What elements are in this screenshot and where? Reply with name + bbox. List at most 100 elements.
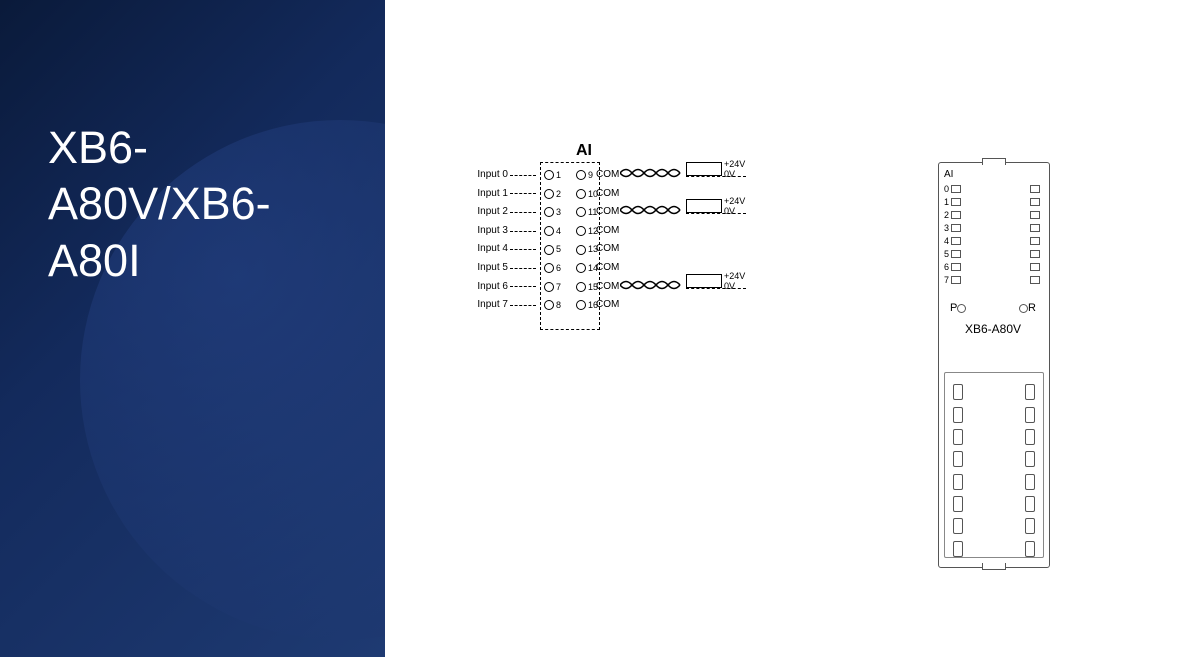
input-row: Input 5 — [468, 259, 536, 278]
terminal-number: 6 — [556, 259, 561, 278]
psu-ground-line — [686, 213, 746, 214]
slide: XB6-A80V/XB6-A80I AI Input 0 Input 1 Inp… — [0, 0, 1180, 657]
input-label: Input 5 — [468, 259, 508, 278]
terminal — [576, 282, 586, 292]
connector-pin — [1025, 496, 1035, 512]
wiring-diagram: AI Input 0 Input 1 Input 2 Input 3 Input… — [468, 148, 768, 358]
module-clip-bottom — [982, 563, 1006, 570]
led-channel-label: 2 — [944, 210, 949, 220]
psu-minus-label: 0V — [724, 169, 735, 179]
wiring-title: AI — [576, 142, 592, 160]
terminal-number: 7 — [556, 278, 561, 297]
terminal — [576, 226, 586, 236]
com-label: COM — [596, 296, 619, 315]
connector-pin — [953, 541, 963, 557]
wire-lead — [510, 249, 536, 250]
terminal — [576, 207, 586, 217]
led-channel-label: 1 — [944, 197, 949, 207]
connector-pin — [1025, 474, 1035, 490]
led-column-right — [1026, 168, 1042, 286]
input-row: Input 6 — [468, 278, 536, 297]
shielded-cable — [620, 203, 684, 217]
input-row: Input 0 — [468, 166, 536, 185]
led-indicator — [951, 276, 961, 284]
power-supply: +24V 0V — [686, 274, 746, 288]
status-row: P R — [938, 300, 1048, 316]
module-front-view: AI 0 1 2 3 4 5 6 7 — [938, 162, 1048, 566]
terminal-column-right — [576, 166, 586, 315]
terminal-number: 1 — [556, 166, 561, 185]
wire-lead — [510, 268, 536, 269]
psu-ground-line — [686, 288, 746, 289]
led-header: AI — [944, 168, 968, 181]
led-row — [1028, 208, 1042, 221]
led-row: 6 — [944, 260, 968, 273]
terminal-number: 3 — [556, 203, 561, 222]
led-indicator — [951, 198, 961, 206]
terminal — [544, 282, 554, 292]
connector-pin — [953, 407, 963, 423]
psu-plus-label: +24V — [724, 159, 745, 169]
wire-lead — [510, 231, 536, 232]
connector-pin — [953, 496, 963, 512]
power-supply: +24V 0V — [686, 162, 746, 176]
module-clip-top — [982, 158, 1006, 165]
input-row: Input 1 — [468, 185, 536, 204]
wire-lead — [510, 305, 536, 306]
terminal — [544, 189, 554, 199]
model-label: XB6-A80V — [938, 322, 1048, 336]
led-column-left: AI 0 1 2 3 4 5 6 7 — [944, 168, 968, 286]
input-label: Input 1 — [468, 185, 508, 204]
connector-pin — [953, 429, 963, 445]
connector-column-right — [1025, 381, 1035, 560]
wire-lead — [510, 286, 536, 287]
led-indicator — [951, 237, 961, 245]
com-label: COM — [596, 166, 619, 185]
connector-pin — [1025, 518, 1035, 534]
led-row — [1028, 182, 1042, 195]
r-label: R — [1028, 302, 1036, 314]
led-channel-label: 5 — [944, 249, 949, 259]
com-label: COM — [596, 185, 619, 204]
led-indicator — [1030, 263, 1040, 271]
input-row: Input 2 — [468, 203, 536, 222]
led-header-spacer — [1039, 168, 1042, 181]
led-indicator — [1030, 276, 1040, 284]
led-row — [1028, 195, 1042, 208]
input-label: Input 4 — [468, 240, 508, 259]
connector-pin — [1025, 429, 1035, 445]
connector-pin — [953, 518, 963, 534]
terminal — [576, 170, 586, 180]
terminal — [544, 245, 554, 255]
led-row: 3 — [944, 221, 968, 234]
shielded-cable — [620, 278, 684, 292]
input-label: Input 2 — [468, 203, 508, 222]
title-panel: XB6-A80V/XB6-A80I — [0, 0, 385, 657]
slide-title: XB6-A80V/XB6-A80I — [48, 120, 348, 289]
led-channel-label: 0 — [944, 184, 949, 194]
com-label: COM — [596, 259, 619, 278]
input-row: Input 4 — [468, 240, 536, 259]
led-indicator — [951, 250, 961, 258]
p-led — [957, 304, 966, 313]
terminal-number: 2 — [556, 185, 561, 204]
input-label: Input 6 — [468, 278, 508, 297]
wire-lead — [510, 175, 536, 176]
terminal — [544, 207, 554, 217]
terminal — [576, 245, 586, 255]
psu-plus-label: +24V — [724, 271, 745, 281]
connector-pin — [953, 384, 963, 400]
terminal — [544, 300, 554, 310]
led-indicator-area: AI 0 1 2 3 4 5 6 7 — [944, 168, 1042, 290]
connector-area — [944, 372, 1044, 558]
terminal — [576, 263, 586, 273]
connector-pin — [1025, 451, 1035, 467]
power-supply: +24V 0V — [686, 199, 746, 213]
led-row — [1028, 247, 1042, 260]
com-labels: COM COM COM COM COM COM COM COM — [596, 166, 619, 315]
connector-pin — [1025, 407, 1035, 423]
led-indicator — [1030, 237, 1040, 245]
terminal — [544, 226, 554, 236]
input-label: Input 0 — [468, 166, 508, 185]
terminal — [576, 189, 586, 199]
